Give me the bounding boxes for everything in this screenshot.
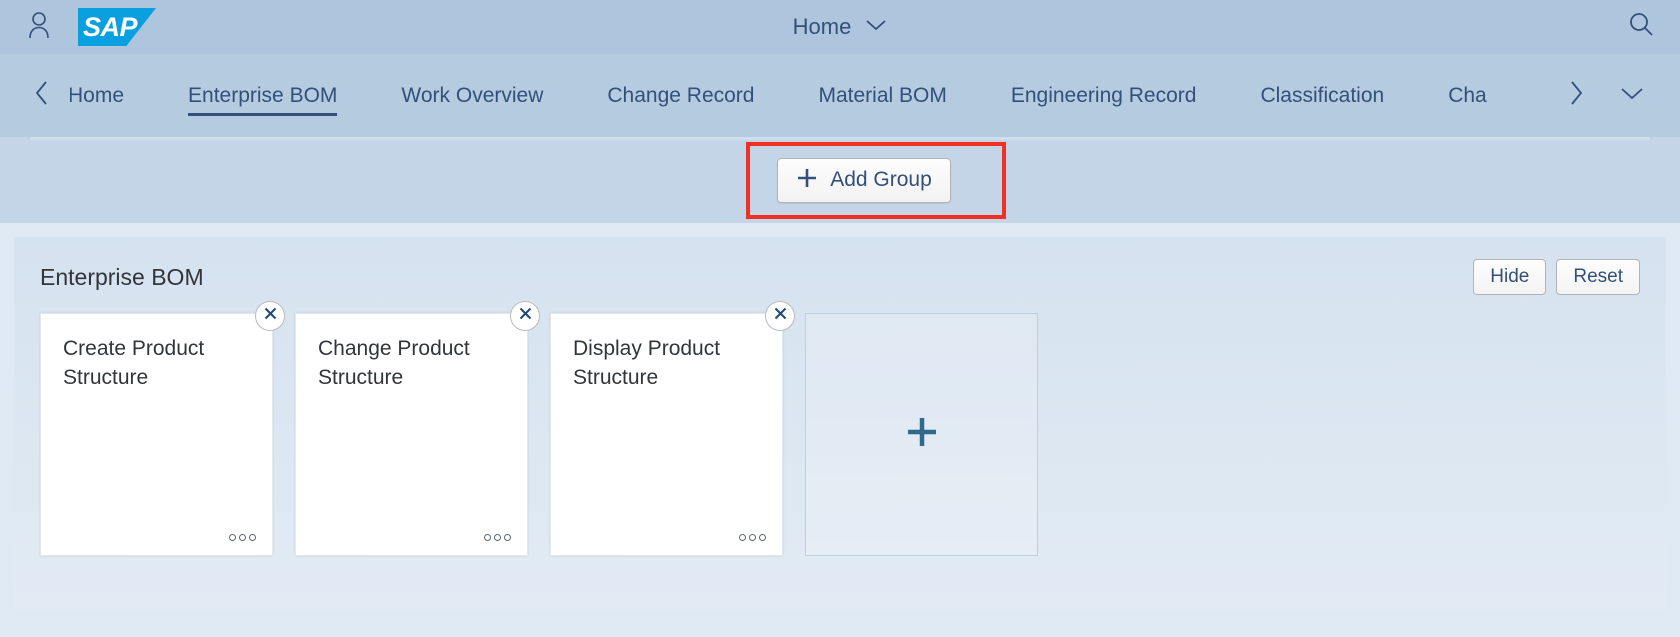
- tile-title: Create Product Structure: [63, 337, 205, 389]
- tab-list: Home Enterprise BOM Work Overview Change…: [70, 54, 1548, 137]
- tile-change-product-structure[interactable]: Change Product Structure: [295, 301, 540, 556]
- group-title: Enterprise BOM: [40, 263, 204, 290]
- plus-icon: [796, 167, 818, 194]
- more-dots-icon[interactable]: [739, 534, 766, 541]
- tab-work-overview[interactable]: Work Overview: [369, 54, 575, 137]
- chevron-right-icon: [1568, 80, 1584, 111]
- tab-label: Enterprise BOM: [188, 83, 338, 107]
- sap-logo-text: SAP: [82, 11, 138, 42]
- tab-change-truncated[interactable]: Cha: [1416, 54, 1487, 137]
- tile-container: Create Product Structure Change Product …: [14, 295, 1666, 556]
- reset-button[interactable]: Reset: [1556, 259, 1640, 295]
- tab-label: Work Overview: [401, 83, 544, 107]
- user-avatar-button[interactable]: [24, 11, 54, 44]
- group-header: Enterprise BOM Hide Reset: [14, 237, 1666, 295]
- dot: [759, 534, 766, 541]
- close-icon: [263, 306, 278, 326]
- plus-icon: [905, 415, 939, 454]
- search-button[interactable]: [1624, 10, 1658, 44]
- more-dots-icon[interactable]: [484, 534, 511, 541]
- user-icon: [26, 11, 52, 44]
- dot: [249, 534, 256, 541]
- tab-label: Engineering Record: [1010, 83, 1197, 107]
- tile-title: Display Product Structure: [573, 337, 721, 389]
- tab-material-bom[interactable]: Material BOM: [786, 54, 978, 137]
- more-dots-icon[interactable]: [229, 534, 256, 541]
- group-actions: Hide Reset: [1473, 259, 1640, 295]
- tab-label: Material BOM: [818, 83, 947, 107]
- tile-display-product-structure[interactable]: Display Product Structure: [550, 301, 795, 556]
- shell-title-group: Home: [0, 14, 1680, 40]
- add-group-label: Add Group: [830, 168, 932, 191]
- add-tile-placeholder[interactable]: [805, 313, 1038, 556]
- tile-create-product-structure[interactable]: Create Product Structure: [40, 301, 285, 556]
- page-title[interactable]: Home: [793, 14, 852, 40]
- tab-engineering-record[interactable]: Engineering Record: [979, 54, 1229, 137]
- tabs-scroll-left-button[interactable]: [22, 54, 62, 137]
- tile-close-button[interactable]: [765, 301, 795, 331]
- dot: [504, 534, 511, 541]
- hide-button[interactable]: Hide: [1473, 259, 1547, 295]
- sap-logo[interactable]: SAP: [78, 8, 156, 46]
- group-panel-enterprise-bom: Enterprise BOM Hide Reset Create Product…: [14, 237, 1666, 610]
- close-icon: [518, 306, 533, 326]
- tab-label: Classification: [1260, 83, 1385, 107]
- search-icon: [1628, 11, 1655, 43]
- chevron-down-icon: [1619, 85, 1645, 106]
- chevron-left-icon: [34, 80, 50, 111]
- dot: [739, 534, 746, 541]
- tab-change-record[interactable]: Change Record: [575, 54, 786, 137]
- tab-label: Home: [70, 83, 125, 107]
- tile-close-button[interactable]: [255, 301, 285, 331]
- tile-title: Change Product Structure: [318, 337, 470, 389]
- close-icon: [773, 306, 788, 326]
- add-group-strip: Add Group: [0, 137, 1680, 223]
- dot: [229, 534, 236, 541]
- dot: [484, 534, 491, 541]
- tab-enterprise-bom[interactable]: Enterprise BOM: [156, 54, 369, 137]
- tab-bar-controls: [1548, 80, 1680, 111]
- tabs-scroll-right-button[interactable]: [1548, 80, 1604, 111]
- navigation-tab-bar: Home Enterprise BOM Work Overview Change…: [0, 54, 1680, 137]
- tab-label: Cha: [1448, 83, 1487, 107]
- tab-classification[interactable]: Classification: [1228, 54, 1416, 137]
- dot: [239, 534, 246, 541]
- add-group-highlight: Add Group: [746, 141, 1006, 219]
- chevron-down-icon[interactable]: [865, 18, 887, 37]
- tab-label: Change Record: [607, 83, 755, 107]
- shell-header: SAP Home: [0, 0, 1680, 54]
- dot: [749, 534, 756, 541]
- add-group-button[interactable]: Add Group: [777, 157, 951, 203]
- tab-home[interactable]: Home: [70, 54, 156, 137]
- dot: [494, 534, 501, 541]
- tabs-overflow-button[interactable]: [1604, 85, 1660, 106]
- tile-close-button[interactable]: [510, 301, 540, 331]
